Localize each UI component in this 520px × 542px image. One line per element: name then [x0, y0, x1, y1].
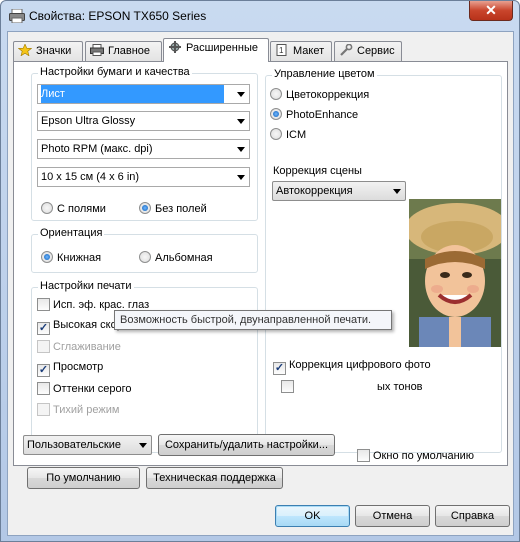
printer-icon	[90, 44, 104, 56]
with-borders-radio[interactable]: С полями	[41, 202, 106, 216]
default-window-checkbox[interactable]: Окно по умолчанию	[357, 449, 474, 463]
checkbox-box	[357, 449, 370, 462]
svg-text:1: 1	[279, 46, 284, 55]
checkbox-box	[37, 298, 50, 311]
wrench-icon	[340, 44, 353, 56]
scene-correction-value: Автокоррекция	[276, 185, 353, 197]
quiet-mode-checkbox[interactable]: Тихий режим	[37, 403, 119, 417]
dialog-body: Значки Главное Расширенные 1 Макет Сервис…	[7, 31, 514, 536]
portrait-radio[interactable]: Книжная	[41, 251, 101, 265]
radio-dot	[41, 202, 53, 214]
close-button[interactable]: ✕	[469, 1, 513, 21]
smoothing-checkbox[interactable]: Сглаживание	[37, 340, 121, 354]
defaults-button[interactable]: По умолчанию	[27, 467, 140, 489]
checkbox-label: Окно по умолчанию	[373, 450, 475, 462]
tab-main[interactable]: Главное	[85, 41, 162, 61]
radio-label: Книжная	[57, 252, 102, 264]
photo-enhance-radio[interactable]: PhotoEnhance	[270, 108, 358, 122]
chevron-down-icon	[393, 189, 401, 194]
tab-service[interactable]: Сервис	[334, 41, 402, 61]
scene-correction-select[interactable]: Автокоррекция	[272, 181, 406, 201]
cancel-button[interactable]: Отмена	[355, 505, 430, 527]
tab-layout[interactable]: 1 Макет	[270, 41, 332, 61]
checkmark-icon: ✓	[37, 322, 50, 335]
chevron-down-icon	[237, 175, 245, 180]
color-correction-radio[interactable]: Цветокоррекция	[270, 88, 369, 102]
group-label: Ориентация	[38, 227, 105, 239]
page-layout-icon: 1	[276, 44, 287, 56]
checkbox-label: Коррекция цифрового фото	[289, 359, 431, 371]
radio-dot	[270, 88, 282, 100]
checkbox-box	[281, 380, 294, 393]
radio-label: PhotoEnhance	[286, 109, 359, 121]
checkbox-label: Сглаживание	[53, 341, 121, 353]
star-icon	[18, 44, 32, 56]
checkbox-label: Просмотр	[53, 361, 104, 373]
radio-label: Альбомная	[155, 252, 213, 264]
checkbox-label: Оттенки серого	[53, 383, 132, 395]
title-bar[interactable]: Свойства: EPSON TX650 Series ✕	[1, 1, 519, 31]
checkbox-label: ых тонов	[377, 381, 423, 393]
ok-button[interactable]: OK	[275, 505, 350, 527]
tab-label: Макет	[293, 45, 325, 57]
preview-photo-image	[409, 199, 501, 347]
tab-label: Расширенные	[186, 42, 258, 54]
group-label: Настройки печати	[38, 280, 134, 292]
preset-value: Пользовательские	[27, 439, 121, 451]
paper-source-value: Лист	[41, 85, 224, 103]
window-title: Свойства: EPSON TX650 Series	[29, 9, 207, 23]
tab-label: Главное	[108, 45, 151, 57]
preset-select[interactable]: Пользовательские	[23, 435, 152, 455]
checkmark-icon: ✓	[273, 362, 286, 375]
radio-label: С полями	[57, 203, 106, 215]
radio-label: Цветокоррекция	[286, 89, 370, 101]
print-quality-select[interactable]: Photo RPM (макс. dpi)	[37, 139, 250, 159]
landscape-radio[interactable]: Альбомная	[139, 251, 213, 265]
radio-dot	[139, 202, 151, 214]
digital-photo-correction-checkbox[interactable]: ✓ Коррекция цифрового фото	[273, 359, 431, 375]
chevron-down-icon	[237, 119, 245, 124]
paper-size-select[interactable]: 10 x 15 см (4 x 6 in)	[37, 167, 250, 187]
radio-label: Без полей	[155, 203, 207, 215]
icm-radio[interactable]: ICM	[270, 128, 306, 142]
skin-tone-checkbox[interactable]: ых тонов	[281, 380, 423, 394]
checkmark-icon: ✓	[37, 364, 50, 377]
chevron-down-icon	[237, 92, 245, 97]
properties-window: Свойства: EPSON TX650 Series ✕ Значки Гл…	[0, 0, 520, 542]
tab-label: Значки	[36, 45, 72, 57]
preview-checkbox[interactable]: ✓ Просмотр	[37, 361, 103, 377]
save-delete-settings-button[interactable]: Сохранить/удалить настройки...	[158, 434, 335, 456]
radio-dot	[270, 108, 282, 120]
paper-type-select[interactable]: Epson Ultra Glossy	[37, 111, 250, 131]
checkbox-label: Тихий режим	[53, 404, 120, 416]
radio-label: ICM	[286, 129, 307, 141]
gear-icon	[169, 41, 181, 53]
chevron-down-icon	[237, 147, 245, 152]
checkbox-box	[37, 340, 50, 353]
chevron-down-icon	[139, 443, 147, 448]
group-label: Настройки бумаги и качества	[38, 66, 192, 78]
tech-support-button[interactable]: Техническая поддержка	[146, 467, 283, 489]
tab-label: Сервис	[357, 45, 395, 57]
radio-dot	[270, 128, 282, 140]
checkbox-box	[37, 403, 50, 416]
scene-correction-label: Коррекция сцены	[273, 165, 362, 177]
tooltip: Возможность быстрой, двунаправленной печ…	[114, 310, 392, 330]
tab-advanced[interactable]: Расширенные	[163, 38, 269, 62]
group-label: Управление цветом	[272, 68, 377, 80]
tab-icons[interactable]: Значки	[13, 41, 83, 61]
paper-type-value: Epson Ultra Glossy	[41, 115, 136, 127]
print-quality-value: Photo RPM (макс. dpi)	[41, 143, 153, 155]
printer-icon	[9, 9, 25, 23]
grayscale-checkbox[interactable]: Оттенки серого	[37, 382, 131, 396]
checkbox-box	[37, 382, 50, 395]
radio-dot	[41, 251, 53, 263]
borderless-radio[interactable]: Без полей	[139, 202, 207, 216]
paper-size-value: 10 x 15 см (4 x 6 in)	[41, 171, 140, 183]
help-button[interactable]: Справка	[435, 505, 510, 527]
paper-source-select[interactable]: Лист	[37, 84, 250, 104]
advanced-tab-panel: Настройки бумаги и качества Лист Epson U…	[13, 61, 508, 466]
radio-dot	[139, 251, 151, 263]
